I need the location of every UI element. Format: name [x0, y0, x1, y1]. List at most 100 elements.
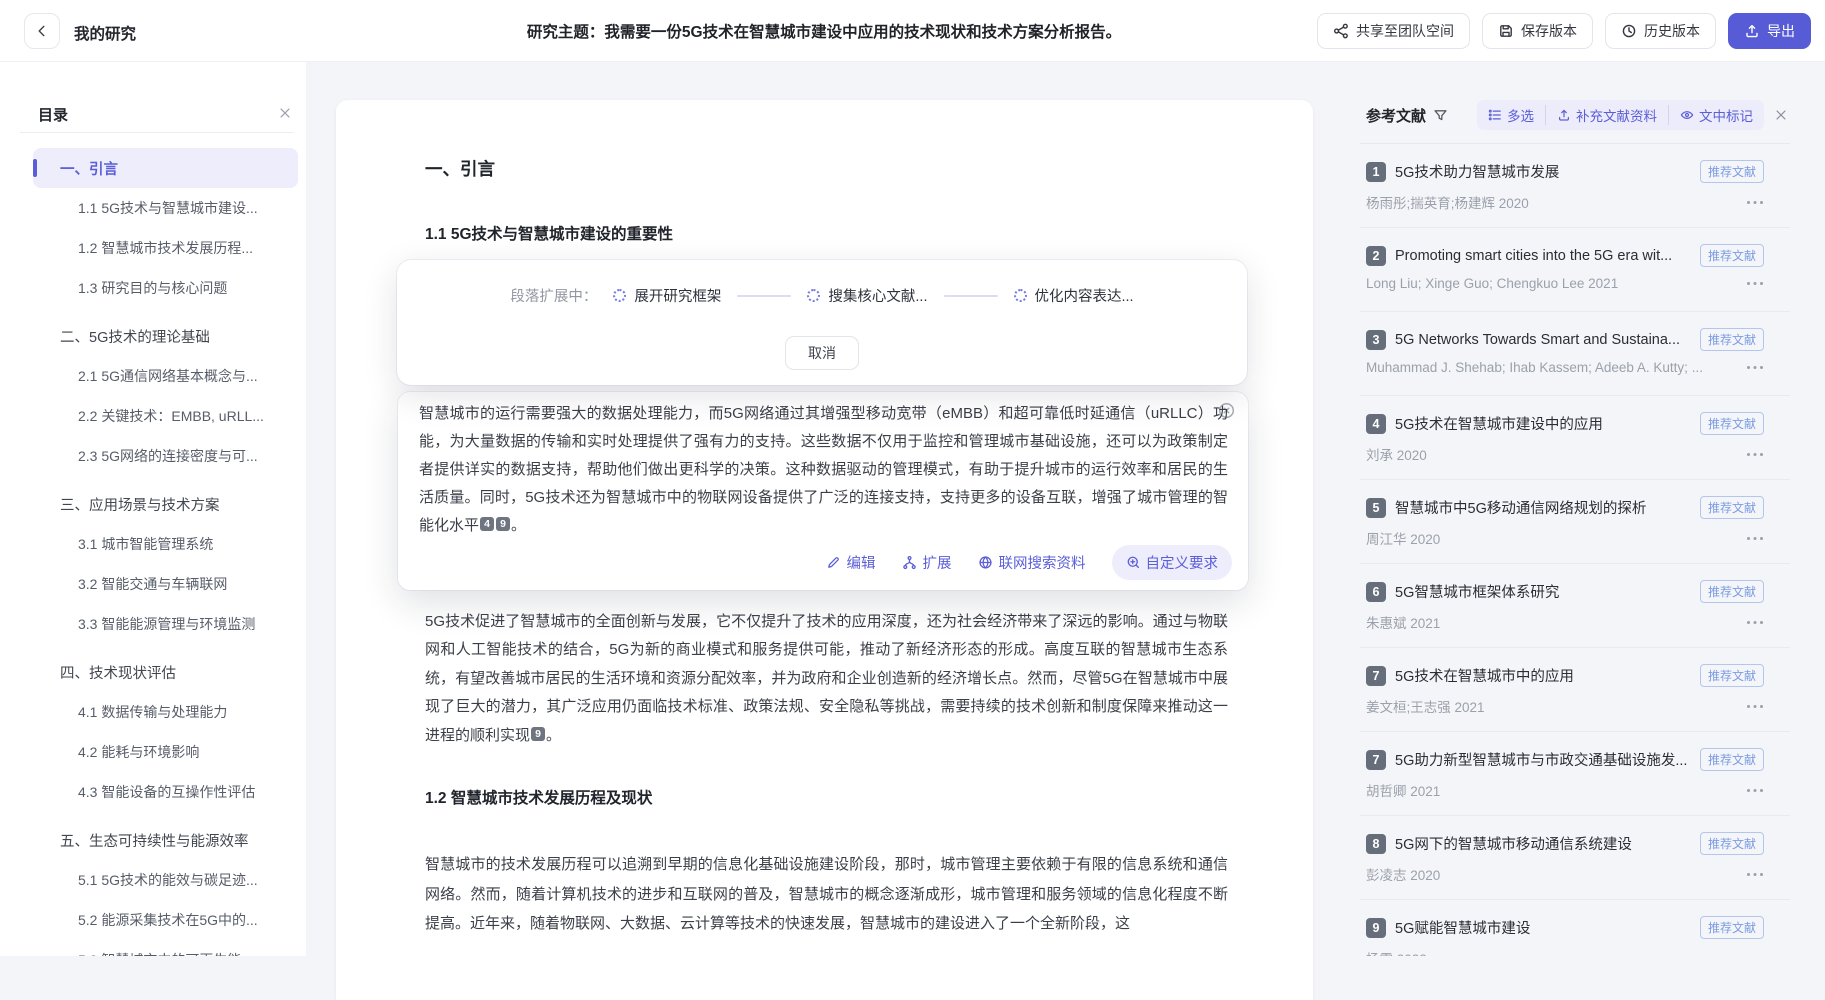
more-menu-icon[interactable]	[1746, 452, 1764, 457]
toc-item-4-3[interactable]: 4.3 智能设备的互操作性评估	[0, 772, 306, 812]
reference-title-row: 7 5G技术在智慧城市中的应用 推荐文献	[1366, 664, 1764, 687]
toc-item-5-2[interactable]: 5.2 能源采集技术在5G中的...	[0, 900, 306, 940]
reference-title[interactable]: 5G赋能智慧城市建设	[1395, 917, 1692, 938]
doc-heading-1-2: 1.2 智慧城市技术发展历程及现状	[425, 786, 652, 808]
share-to-team-button[interactable]: 共享至团队空间	[1317, 13, 1470, 49]
reference-number-badge: 5	[1366, 498, 1386, 518]
add-reference-material-tool[interactable]: 补充文献资料	[1545, 105, 1668, 125]
toc-item-2[interactable]: 二、5G技术的理论基础	[0, 316, 306, 356]
reference-title[interactable]: 智慧城市中5G移动通信网络规划的探析	[1395, 497, 1692, 518]
toc-item-4-2[interactable]: 4.2 能耗与环境影响	[0, 732, 306, 772]
doc-heading-1: 一、引言	[425, 156, 495, 181]
doc-heading-1-1: 1.1 5G技术与智慧城市建设的重要性	[425, 222, 673, 244]
more-menu-icon[interactable]	[1746, 788, 1764, 793]
citation-badge-9[interactable]: 9	[531, 727, 545, 741]
recommended-badge: 推荐文献	[1700, 748, 1764, 771]
more-menu-icon[interactable]	[1746, 704, 1764, 709]
toc-item-label: 一、引言	[60, 158, 118, 179]
eye-icon	[1680, 108, 1694, 122]
reference-authors: 刘承 2020	[1366, 444, 1746, 464]
custom-requirement-action[interactable]: 自定义要求	[1112, 545, 1233, 580]
reference-authors-row: 朱惠斌 2021	[1366, 612, 1764, 632]
toc-item-5-3[interactable]: 5.3 智慧城市中的可再生能...	[0, 940, 306, 956]
filter-funnel-icon[interactable]	[1433, 108, 1448, 123]
recommended-badge: 推荐文献	[1700, 916, 1764, 939]
toc-item-3-1[interactable]: 3.1 城市智能管理系统	[0, 524, 306, 564]
toc-item-label: 1.3 研究目的与核心问题	[78, 278, 227, 298]
reference-authors-row: 姜文桓;王志强 2021	[1366, 696, 1764, 716]
reference-title[interactable]: 5G Networks Towards Smart and Sustaina..…	[1395, 332, 1692, 348]
toc-item-1-2[interactable]: 1.2 智慧城市技术发展历程...	[0, 228, 306, 268]
save-version-button[interactable]: 保存版本	[1482, 13, 1593, 49]
reference-title[interactable]: 5G网下的智慧城市移动通信系统建设	[1395, 833, 1692, 854]
reference-number-badge: 6	[1366, 582, 1386, 602]
more-menu-icon[interactable]	[1746, 872, 1764, 877]
reference-item-4[interactable]: 4 5G技术在智慧城市建设中的应用 推荐文献 刘承 2020	[1360, 396, 1790, 480]
reference-item-7[interactable]: 7 5G技术在智慧城市中的应用 推荐文献 姜文桓;王志强 2021	[1360, 648, 1790, 732]
more-menu-icon[interactable]	[1746, 536, 1764, 541]
toc-item-label: 5.1 5G技术的能效与碳足迹...	[78, 870, 258, 890]
web-search-action[interactable]: 联网搜索资料	[978, 552, 1086, 573]
list-check-icon	[1488, 108, 1502, 122]
toc-item-2-3[interactable]: 2.3 5G网络的连接密度与可...	[0, 436, 306, 476]
more-menu-icon[interactable]	[1746, 281, 1764, 286]
back-button[interactable]	[24, 13, 60, 49]
reference-title-row: 9 5G赋能智慧城市建设 推荐文献	[1366, 916, 1764, 939]
history-version-button[interactable]: 历史版本	[1605, 13, 1716, 49]
more-menu-icon[interactable]	[1746, 620, 1764, 625]
cancel-button[interactable]: 取消	[785, 336, 859, 370]
export-button[interactable]: 导出	[1728, 13, 1811, 49]
toc-item-1-3[interactable]: 1.3 研究目的与核心问题	[0, 268, 306, 308]
toc-close-icon[interactable]	[278, 106, 292, 120]
references-close-icon[interactable]	[1774, 108, 1788, 122]
reference-title[interactable]: 5G技术在智慧城市中的应用	[1395, 665, 1692, 686]
toc-item-2-1[interactable]: 2.1 5G通信网络基本概念与...	[0, 356, 306, 396]
reference-authors-row: 杨雪 2022	[1366, 948, 1764, 956]
toc-item-label: 1.1 5G技术与智慧城市建设...	[78, 198, 258, 218]
more-menu-icon[interactable]	[1746, 200, 1764, 205]
toc-item-label: 四、技术现状评估	[60, 662, 176, 683]
more-menu-icon[interactable]	[1746, 365, 1764, 370]
reference-item-3[interactable]: 3 5G Networks Towards Smart and Sustaina…	[1360, 312, 1790, 396]
topbar-actions: 共享至团队空间 保存版本 历史版本 导出	[1317, 13, 1811, 49]
reference-authors: Muhammad J. Shehab; Ihab Kassem; Adeeb A…	[1366, 360, 1746, 375]
toc-item-1[interactable]: 一、引言	[33, 148, 298, 188]
in-text-marks-tool[interactable]: 文中标记	[1668, 105, 1764, 125]
add-reference-material-label: 补充文献资料	[1576, 105, 1657, 125]
reference-title[interactable]: 5G智慧城市框架体系研究	[1395, 581, 1692, 602]
reference-title[interactable]: Promoting smart cities into the 5G era w…	[1395, 248, 1692, 264]
expand-action[interactable]: 扩展	[902, 552, 952, 573]
export-label: 导出	[1767, 21, 1795, 41]
in-text-marks-label: 文中标记	[1699, 105, 1753, 125]
toc-item-2-2[interactable]: 2.2 关键技术：EMBB, uRLL...	[0, 396, 306, 436]
reference-item-10[interactable]: 9 5G赋能智慧城市建设 推荐文献 杨雪 2022	[1360, 900, 1790, 956]
toc-item-3-2[interactable]: 3.2 智能交通与车辆联网	[0, 564, 306, 604]
reference-authors: Long Liu; Xinge Guo; Chengkuo Lee 2021	[1366, 276, 1746, 291]
reference-item-6[interactable]: 6 5G智慧城市框架体系研究 推荐文献 朱惠斌 2021	[1360, 564, 1790, 648]
reference-item-8[interactable]: 7 5G助力新型智慧城市与市政交通基础设施发... 推荐文献 胡哲卿 2021	[1360, 732, 1790, 816]
toc-item-3-3[interactable]: 3.3 智能能源管理与环境监测	[0, 604, 306, 644]
toc-item-5[interactable]: 五、生态可持续性与能源效率	[0, 820, 306, 860]
toc-item-4-1[interactable]: 4.1 数据传输与处理能力	[0, 692, 306, 732]
multi-select-tool[interactable]: 多选	[1477, 105, 1545, 125]
reference-authors: 姜文桓;王志强 2021	[1366, 696, 1746, 716]
citation-badge-4[interactable]: 4	[480, 517, 494, 531]
citation-badge-9[interactable]: 9	[496, 517, 510, 531]
reference-title[interactable]: 5G技术助力智慧城市发展	[1395, 161, 1692, 182]
toc-item-label: 3.3 智能能源管理与环境监测	[78, 614, 255, 634]
share-label: 共享至团队空间	[1356, 21, 1454, 41]
toc-item-1-1[interactable]: 1.1 5G技术与智慧城市建设...	[0, 188, 306, 228]
toc-list: 一、引言 1.1 5G技术与智慧城市建设... 1.2 智慧城市技术发展历程..…	[0, 133, 306, 956]
toc-item-3[interactable]: 三、应用场景与技术方案	[0, 484, 306, 524]
reference-item-5[interactable]: 5 智慧城市中5G移动通信网络规划的探析 推荐文献 周江华 2020	[1360, 480, 1790, 564]
reference-title[interactable]: 5G助力新型智慧城市与市政交通基础设施发...	[1395, 749, 1692, 770]
reference-item-9[interactable]: 8 5G网下的智慧城市移动通信系统建设 推荐文献 彭凌志 2020	[1360, 816, 1790, 900]
toc-item-4[interactable]: 四、技术现状评估	[0, 652, 306, 692]
edit-label: 编辑	[847, 552, 876, 573]
toc-item-5-1[interactable]: 5.1 5G技术的能效与碳足迹...	[0, 860, 306, 900]
reference-item-2[interactable]: 2 Promoting smart cities into the 5G era…	[1360, 228, 1790, 312]
reference-title[interactable]: 5G技术在智慧城市建设中的应用	[1395, 413, 1692, 434]
reference-item-1[interactable]: 1 5G技术助力智慧城市发展 推荐文献 杨雨彤;揣英育;杨建辉 2020	[1360, 144, 1790, 228]
toc-item-label: 五、生态可持续性与能源效率	[60, 830, 249, 851]
edit-action[interactable]: 编辑	[826, 552, 876, 573]
